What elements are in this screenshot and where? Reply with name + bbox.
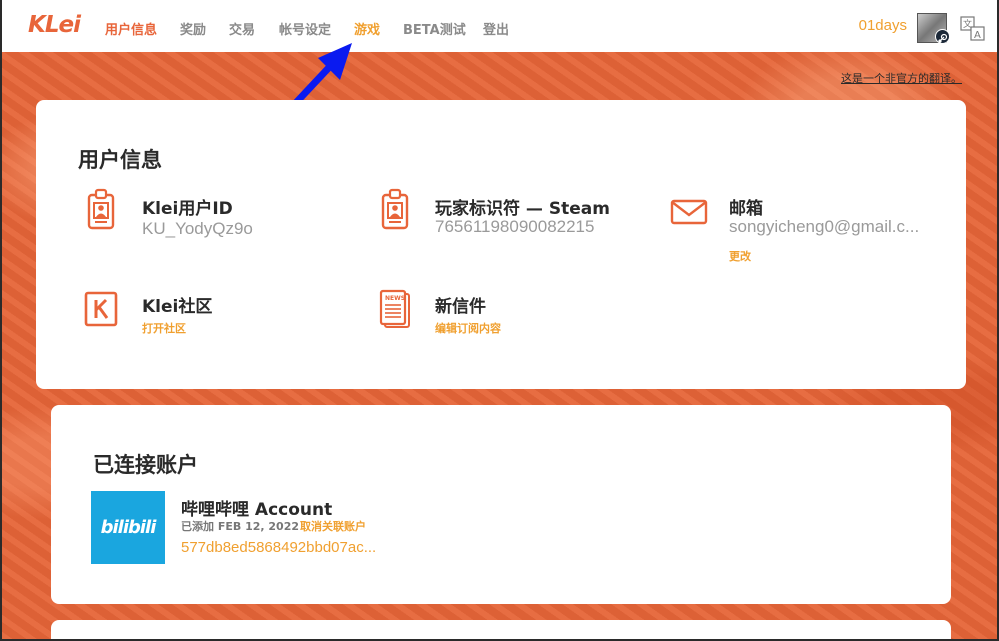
nav-games[interactable]: 游戏 xyxy=(354,19,380,38)
open-community-link[interactable]: 打开社区 xyxy=(142,320,186,336)
account-name: 哔哩哔哩 Account xyxy=(181,500,333,520)
nav-user-info[interactable]: 用户信息 xyxy=(105,19,157,38)
user-info-card: 用户信息 Klei用户ID KU_YodyQz9o 玩家标识符 — Steam … xyxy=(36,100,966,389)
change-email-link[interactable]: 更改 xyxy=(729,248,751,264)
email-title: 邮箱 xyxy=(729,199,763,219)
nav-account-settings[interactable]: 帐号设定 xyxy=(279,19,331,38)
newsletter-title: 新信件 xyxy=(435,297,486,317)
nav-logout[interactable]: 登出 xyxy=(483,19,509,38)
nav-beta[interactable]: BETA测试 xyxy=(403,19,466,38)
email-value: songyicheng0@gmail.c... xyxy=(729,217,920,236)
klei-logo[interactable]: KLei xyxy=(28,12,81,38)
klei-id-title: Klei用户ID xyxy=(142,199,233,219)
id-badge-icon xyxy=(87,188,115,230)
days-counter: 01days xyxy=(858,17,907,34)
app-window: KLei 用户信息 奖励 交易 帐号设定 游戏 BETA测试 登出 01days… xyxy=(2,0,997,639)
steam-icon xyxy=(935,29,950,44)
news-icon: NEWS xyxy=(379,289,410,328)
account-id: 577db8ed5868492bbd07ac... xyxy=(181,539,377,556)
unlink-account-link[interactable]: 取消关联账户 xyxy=(300,518,366,534)
translate-icon[interactable]: 文 A xyxy=(960,16,986,42)
bilibili-logo-icon: bilibili xyxy=(91,491,165,564)
mail-icon xyxy=(670,199,708,225)
unofficial-translation-link[interactable]: 这是一个非官方的翻译。 xyxy=(841,70,962,86)
top-nav: KLei 用户信息 奖励 交易 帐号设定 游戏 BETA测试 登出 01days… xyxy=(2,0,997,52)
user-info-title: 用户信息 xyxy=(78,148,162,172)
klei-id-value: KU_YodyQz9o xyxy=(142,219,253,238)
player-id-title: 玩家标识符 — Steam xyxy=(435,199,610,219)
nav-trade[interactable]: 交易 xyxy=(229,19,255,38)
id-badge-icon xyxy=(381,188,409,230)
svg-text:NEWS: NEWS xyxy=(385,295,405,302)
connected-accounts-title: 已连接账户 xyxy=(93,453,198,477)
next-card xyxy=(51,620,951,639)
klei-k-icon xyxy=(84,291,118,327)
connected-accounts-card: 已连接账户 bilibili 哔哩哔哩 Account 已添加 FEB 12, … xyxy=(51,405,951,604)
svg-text:A: A xyxy=(974,30,981,41)
account-added-date: 已添加 FEB 12, 2022 xyxy=(181,520,300,533)
community-title: Klei社区 xyxy=(142,297,213,317)
edit-subscription-link[interactable]: 编辑订阅内容 xyxy=(435,320,501,336)
player-id-value: 76561198090082215 xyxy=(435,217,595,236)
nav-rewards[interactable]: 奖励 xyxy=(180,19,206,38)
